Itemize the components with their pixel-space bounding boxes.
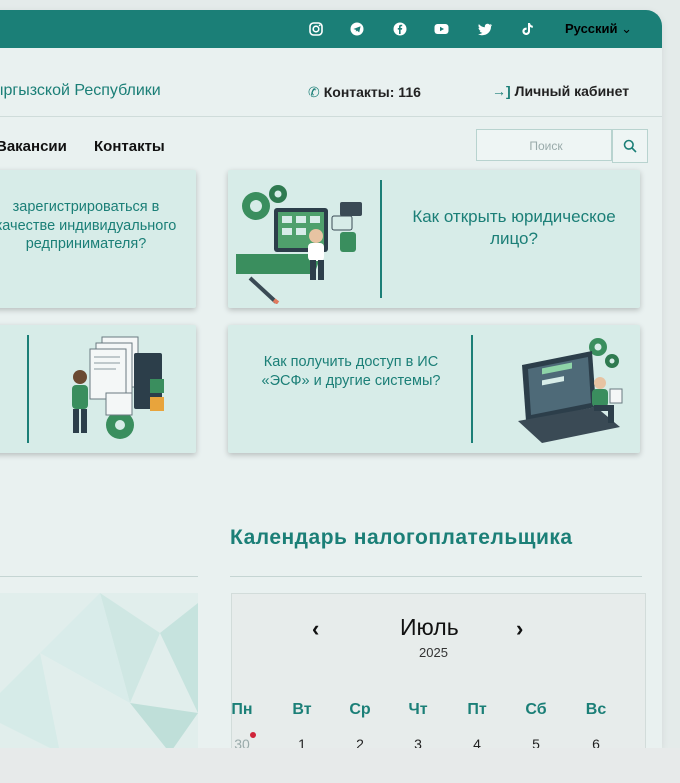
- contacts-label: Контакты: 116: [323, 84, 421, 100]
- laptop-user-illustration: [518, 338, 623, 443]
- cabinet-label: Личный кабинет: [514, 83, 630, 99]
- faq-card-open-legal-entity[interactable]: Как открыть юридическое лицо?: [228, 170, 640, 308]
- weekday-label: Сб: [525, 701, 547, 718]
- facebook-icon[interactable]: [392, 21, 408, 37]
- calendar-day[interactable]: 1: [282, 736, 322, 748]
- header: ыргызской Республики ✆ Контакты: 116 →] Ли…: [0, 48, 662, 117]
- calendar-month: Июль: [400, 614, 459, 640]
- tiktok-icon[interactable]: [519, 21, 535, 37]
- card-text: Как открыть юридическое лицо?: [412, 207, 616, 248]
- weekday-label: Чт: [408, 701, 428, 718]
- nav-item-contacts[interactable]: Контакты: [94, 138, 165, 155]
- left-panel-pattern: [0, 593, 198, 748]
- calendar-day[interactable]: 2: [340, 736, 380, 748]
- event-marker: [250, 732, 256, 738]
- section-divider: [0, 576, 198, 577]
- weekday-label: Пн: [231, 701, 253, 718]
- login-icon: →]: [492, 83, 511, 99]
- org-name[interactable]: ыргызской Республики: [0, 82, 161, 100]
- search-box: [476, 129, 615, 162]
- faq-card-esf-access[interactable]: Как получить доступ в ИС «ЭСФ» и другие …: [228, 325, 640, 453]
- twitter-icon[interactable]: [477, 21, 493, 37]
- contacts-link[interactable]: ✆ Контакты: 116: [308, 84, 421, 101]
- weekday-label: Вт: [292, 701, 312, 718]
- calendar-day[interactable]: 5: [516, 736, 556, 748]
- calendar-day[interactable]: 3: [398, 736, 438, 748]
- card-text: зарегистрироваться в качестве индивидуал…: [0, 199, 177, 253]
- faq-card-partial[interactable]: в: [0, 325, 196, 453]
- weekday-label: Вс: [585, 701, 607, 718]
- weekday-label: Ср: [349, 701, 371, 718]
- instagram-icon[interactable]: [308, 21, 324, 37]
- faq-card-register-ip[interactable]: зарегистрироваться в качестве индивидуал…: [0, 170, 196, 308]
- next-month-button[interactable]: ›: [516, 616, 523, 642]
- calendar-day[interactable]: 30: [222, 736, 262, 748]
- section-divider: [230, 576, 642, 577]
- nav-item-vacancies[interactable]: Вакансии: [0, 138, 67, 155]
- personal-cabinet-link[interactable]: →] Личный кабинет: [492, 83, 629, 99]
- bottom-bezel: [0, 748, 680, 783]
- chevron-down-icon: ⌄: [617, 21, 633, 36]
- weekday-label: Пт: [467, 701, 487, 718]
- language-selector[interactable]: Русский ⌄: [565, 21, 632, 37]
- youtube-icon[interactable]: [433, 21, 449, 37]
- calendar-widget: ‹ Июль 2025 › Пн Вт Ср Чт Пт Сб Вс 30 1 …: [231, 593, 646, 748]
- card-divider: [27, 335, 29, 443]
- search-button[interactable]: [612, 129, 648, 163]
- language-label: Русский: [565, 21, 618, 36]
- documents-illustration: [72, 336, 164, 439]
- card-text: Как получить доступ в ИС «ЭСФ» и другие …: [261, 354, 441, 389]
- taxpayer-calendar-title: Календарь налогоплательщика: [230, 526, 573, 549]
- prev-month-button[interactable]: ‹: [312, 616, 319, 642]
- card-divider: [471, 335, 473, 443]
- calendar-day[interactable]: 4: [457, 736, 497, 748]
- calendar-year: 2025: [419, 645, 448, 660]
- calendar-day[interactable]: 6: [576, 736, 616, 748]
- card-text: в: [0, 353, 10, 370]
- phone-icon: ✆: [308, 84, 320, 100]
- search-input[interactable]: [477, 130, 615, 162]
- browser-screen: Русский ⌄ ыргызской Республики ✆ Контакты…: [0, 10, 662, 748]
- search-icon: [623, 139, 637, 153]
- top-bar: Русский ⌄: [0, 10, 662, 48]
- card-divider: [380, 180, 382, 298]
- office-worker-illustration: [236, 185, 362, 304]
- telegram-icon[interactable]: [349, 21, 365, 37]
